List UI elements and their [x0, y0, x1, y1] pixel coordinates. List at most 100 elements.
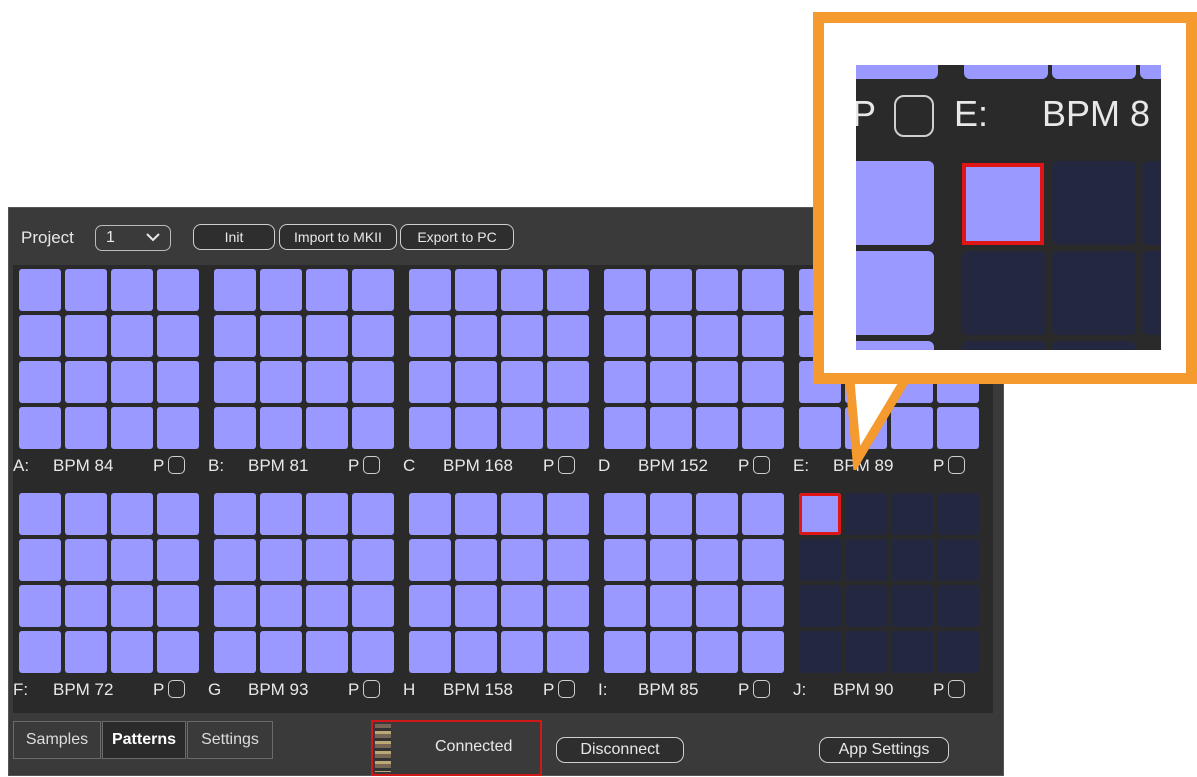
pad[interactable] — [19, 631, 61, 673]
pad[interactable] — [409, 539, 451, 581]
pad[interactable] — [352, 585, 394, 627]
pad[interactable] — [260, 269, 302, 311]
pad[interactable] — [157, 269, 199, 311]
pad[interactable] — [214, 407, 256, 449]
pad[interactable] — [547, 631, 589, 673]
pad[interactable] — [604, 585, 646, 627]
tab-samples[interactable]: Samples — [13, 721, 101, 759]
pad[interactable] — [501, 631, 543, 673]
pad[interactable] — [650, 539, 692, 581]
pad[interactable] — [547, 539, 589, 581]
pad[interactable] — [214, 493, 256, 535]
pad[interactable] — [604, 493, 646, 535]
pad[interactable] — [157, 493, 199, 535]
pad[interactable] — [111, 269, 153, 311]
pad[interactable] — [65, 269, 107, 311]
pad[interactable] — [352, 407, 394, 449]
pattern-checkbox[interactable] — [753, 456, 770, 474]
pad[interactable] — [650, 407, 692, 449]
pad[interactable] — [111, 315, 153, 357]
pad[interactable] — [455, 407, 497, 449]
pad[interactable] — [65, 361, 107, 403]
pad[interactable] — [604, 631, 646, 673]
pad[interactable] — [742, 631, 784, 673]
pad[interactable] — [455, 631, 497, 673]
pad[interactable] — [111, 361, 153, 403]
pad[interactable] — [19, 493, 61, 535]
pad[interactable] — [409, 361, 451, 403]
pad[interactable] — [799, 585, 841, 627]
pad[interactable] — [306, 539, 348, 581]
pad[interactable] — [696, 315, 738, 357]
pad[interactable] — [937, 585, 979, 627]
pad[interactable] — [260, 631, 302, 673]
pad[interactable] — [65, 493, 107, 535]
pad[interactable] — [157, 407, 199, 449]
pad[interactable] — [547, 493, 589, 535]
pad[interactable] — [547, 315, 589, 357]
pad[interactable] — [111, 539, 153, 581]
pad[interactable] — [157, 539, 199, 581]
pad[interactable] — [65, 407, 107, 449]
pad[interactable] — [845, 631, 887, 673]
tab-settings[interactable]: Settings — [187, 721, 273, 759]
pad[interactable] — [352, 361, 394, 403]
pad[interactable] — [937, 493, 979, 535]
pattern-checkbox[interactable] — [558, 456, 575, 474]
pad[interactable] — [409, 585, 451, 627]
pad[interactable] — [214, 585, 256, 627]
selected-pad[interactable] — [799, 493, 841, 535]
pad[interactable] — [306, 407, 348, 449]
pad[interactable] — [157, 631, 199, 673]
pad[interactable] — [501, 315, 543, 357]
pad[interactable] — [260, 361, 302, 403]
pad[interactable] — [214, 539, 256, 581]
pad[interactable] — [19, 315, 61, 357]
pad[interactable] — [501, 585, 543, 627]
pad[interactable] — [891, 493, 933, 535]
pad[interactable] — [409, 315, 451, 357]
tab-patterns[interactable]: Patterns — [102, 721, 186, 759]
pad[interactable] — [157, 361, 199, 403]
pad[interactable] — [742, 539, 784, 581]
pad[interactable] — [455, 539, 497, 581]
pad[interactable] — [604, 407, 646, 449]
pad[interactable] — [260, 315, 302, 357]
pad[interactable] — [891, 585, 933, 627]
pad[interactable] — [19, 269, 61, 311]
pad[interactable] — [547, 361, 589, 403]
pad[interactable] — [547, 407, 589, 449]
pad[interactable] — [604, 315, 646, 357]
pad[interactable] — [214, 361, 256, 403]
pad[interactable] — [455, 585, 497, 627]
pad[interactable] — [19, 407, 61, 449]
pad[interactable] — [696, 585, 738, 627]
pad[interactable] — [260, 493, 302, 535]
pad[interactable] — [696, 269, 738, 311]
pad[interactable] — [352, 631, 394, 673]
pad[interactable] — [891, 539, 933, 581]
pad[interactable] — [650, 315, 692, 357]
pad[interactable] — [742, 407, 784, 449]
pad[interactable] — [409, 407, 451, 449]
pad[interactable] — [352, 493, 394, 535]
pad[interactable] — [19, 361, 61, 403]
pad[interactable] — [214, 631, 256, 673]
pad[interactable] — [742, 585, 784, 627]
pad[interactable] — [937, 539, 979, 581]
pad[interactable] — [65, 315, 107, 357]
pad[interactable] — [650, 493, 692, 535]
pad[interactable] — [306, 315, 348, 357]
pad[interactable] — [742, 361, 784, 403]
pad[interactable] — [352, 539, 394, 581]
pad[interactable] — [501, 539, 543, 581]
pad[interactable] — [65, 539, 107, 581]
import-to-mkii-button[interactable]: Import to MKII — [279, 224, 397, 250]
pad[interactable] — [306, 269, 348, 311]
pattern-checkbox[interactable] — [753, 680, 770, 698]
pattern-checkbox[interactable] — [948, 680, 965, 698]
pad[interactable] — [696, 361, 738, 403]
app-settings-button[interactable]: App Settings — [819, 737, 949, 763]
pad[interactable] — [111, 631, 153, 673]
pad[interactable] — [604, 269, 646, 311]
